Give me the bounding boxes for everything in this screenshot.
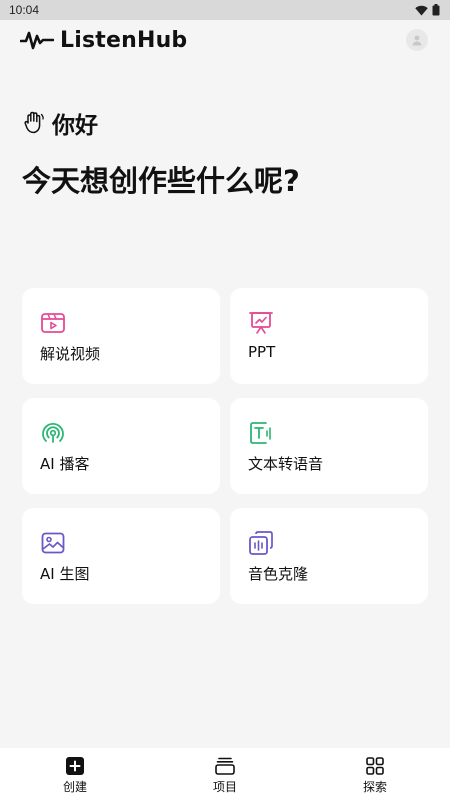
nav-create[interactable]: 创建 (0, 748, 150, 795)
waving-hand-icon (24, 111, 44, 134)
nav-label: 创建 (62, 780, 87, 794)
card-label: 音色克隆 (248, 565, 309, 583)
nav-projects[interactable]: 项目 (150, 748, 300, 795)
plus-square-icon (66, 757, 84, 775)
avatar[interactable] (406, 29, 428, 51)
card-label: 文本转语音 (248, 455, 324, 473)
card-label: 解说视频 (40, 345, 101, 363)
brand[interactable]: ListenHub (20, 28, 187, 53)
presentation-icon (249, 312, 273, 334)
feature-grid: 解说视频 PPT AI 播客 文本转语音 AI 生图 音色克隆 (22, 288, 428, 604)
card-ppt[interactable]: PPT (230, 288, 428, 384)
card-explainer-video[interactable]: 解说视频 (22, 288, 220, 384)
card-text-to-speech[interactable]: 文本转语音 (230, 398, 428, 494)
status-bar: 10:04 (0, 0, 450, 20)
text-to-speech-icon (250, 422, 271, 444)
brand-name: ListenHub (60, 27, 188, 53)
card-label: AI 播客 (40, 455, 90, 473)
voice-clone-icon (249, 531, 273, 555)
image-icon (41, 532, 65, 554)
greeting-text: 你好 (52, 113, 98, 139)
app-header: ListenHub (0, 20, 450, 60)
podcast-icon (42, 422, 64, 443)
stack-icon (215, 757, 235, 775)
nav-explore[interactable]: 探索 (300, 748, 450, 795)
user-icon (412, 35, 422, 46)
card-label: PPT (248, 343, 276, 361)
card-ai-image[interactable]: AI 生图 (22, 508, 220, 604)
status-icons (415, 4, 440, 16)
status-time: 10:04 (9, 3, 40, 17)
card-ai-podcast[interactable]: AI 播客 (22, 398, 220, 494)
page-title: 今天想创作些什么呢? (22, 164, 300, 198)
greeting: 你好 (24, 106, 98, 140)
nav-label: 项目 (212, 780, 237, 794)
card-voice-clone[interactable]: 音色克隆 (230, 508, 428, 604)
grid-icon (366, 757, 384, 775)
bottom-nav: 创建 项目 探索 (0, 748, 450, 800)
video-icon (41, 313, 65, 333)
wifi-icon (415, 5, 428, 15)
card-label: AI 生图 (40, 565, 90, 583)
waveform-logo-icon (20, 31, 54, 50)
battery-icon (432, 4, 440, 16)
nav-label: 探索 (362, 780, 387, 794)
